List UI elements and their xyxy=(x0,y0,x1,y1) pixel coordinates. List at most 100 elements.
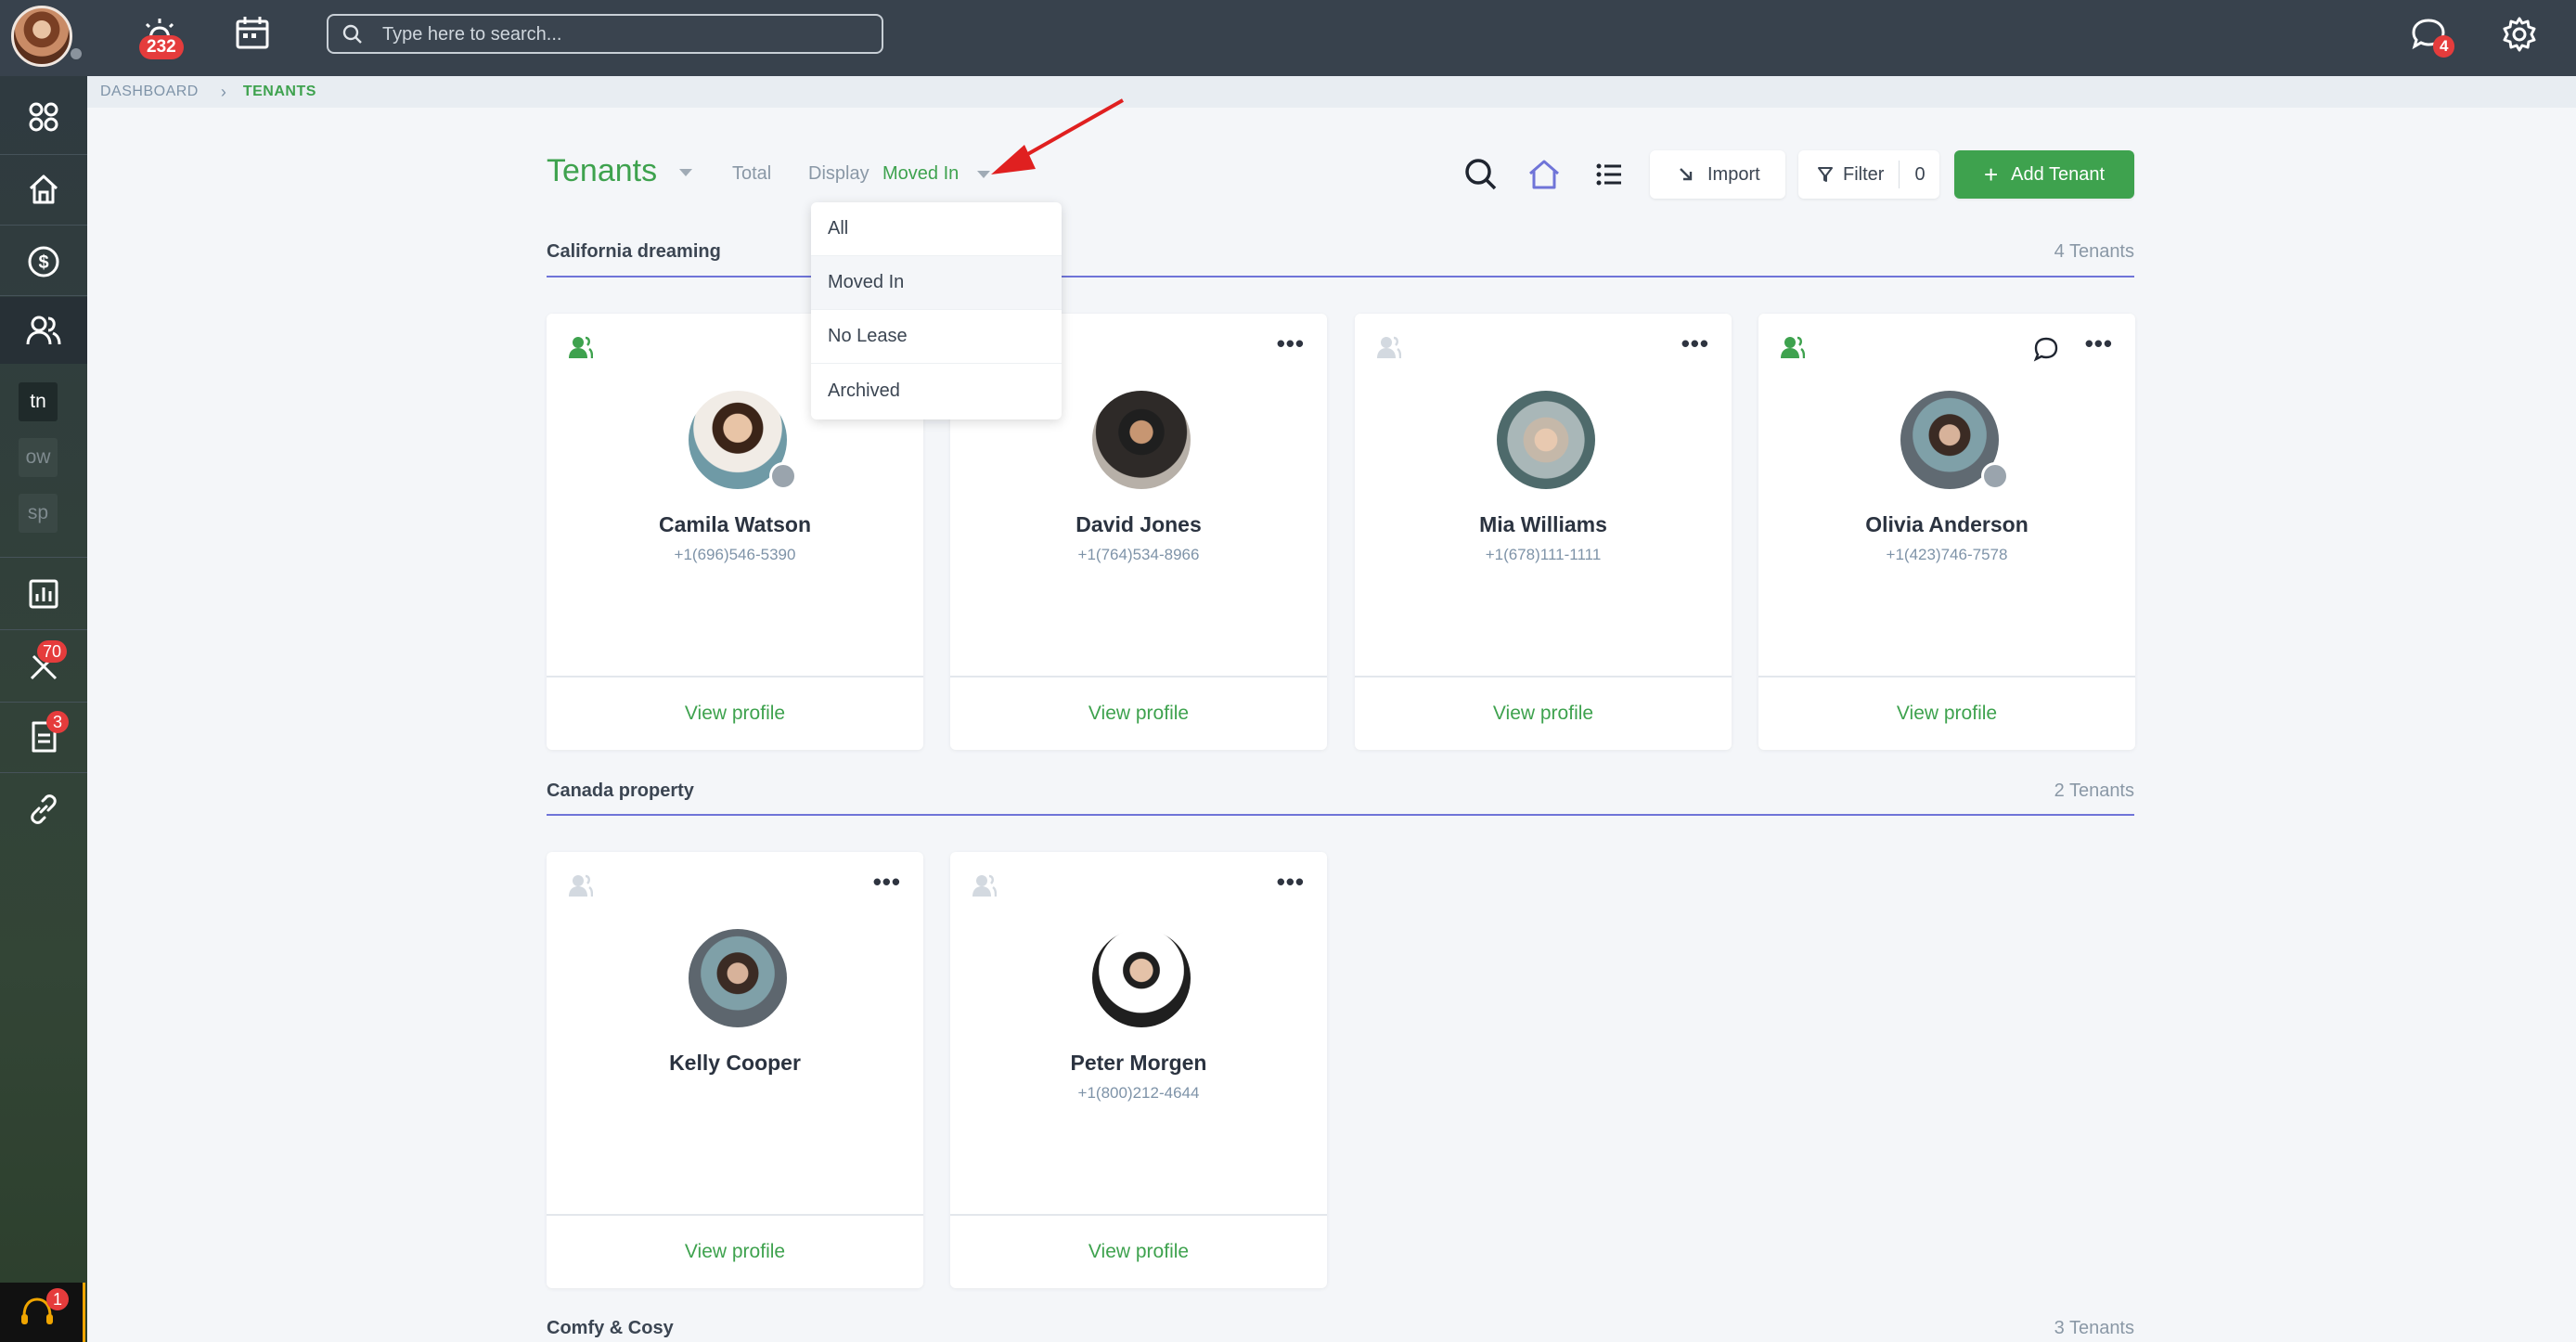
breadcrumb-current: TENANTS xyxy=(242,84,316,99)
tenant-mini-avatar xyxy=(1981,462,2009,490)
more-options-icon[interactable]: ••• xyxy=(1277,870,1305,894)
tenant-avatar xyxy=(1092,391,1191,489)
view-profile-link[interactable]: View profile xyxy=(950,676,1327,750)
display-select[interactable]: Moved In xyxy=(882,163,990,185)
sidebar-item-documents[interactable] xyxy=(0,703,87,770)
people-icon xyxy=(26,316,61,345)
sidebar-divider xyxy=(0,702,87,703)
alerts-badge: 232 xyxy=(139,35,184,59)
sidebar-item-payments[interactable]: $ xyxy=(0,228,87,295)
sidebar-item-sp[interactable]: sp xyxy=(19,494,58,533)
messages-badge: 4 xyxy=(2433,35,2455,58)
property-view-icon[interactable] xyxy=(1526,156,1563,193)
dropdown-option-archived[interactable]: Archived xyxy=(811,364,1062,418)
section-title: Canada property xyxy=(547,781,694,801)
tenant-status-icon xyxy=(569,336,593,359)
view-profile-link[interactable]: View profile xyxy=(547,676,923,750)
sidebar-item-reports[interactable] xyxy=(0,561,87,627)
more-options-icon[interactable]: ••• xyxy=(1681,331,1709,355)
home-icon xyxy=(29,174,58,204)
sidebar-divider xyxy=(0,295,87,296)
filter-funnel-icon xyxy=(1818,167,1833,182)
sidebar-divider xyxy=(0,154,87,155)
section-count: 2 Tenants xyxy=(2054,781,2134,801)
tenant-card: ••• Mia Williams +1(678)111-1111 View pr… xyxy=(1355,314,1732,750)
import-button-label: Import xyxy=(1707,163,1760,185)
section-divider xyxy=(547,814,2134,816)
avatar-pin-icon xyxy=(69,46,84,61)
tenant-phone: +1(696)546-5390 xyxy=(674,546,796,563)
sidebar-item-tn[interactable]: tn xyxy=(19,382,58,421)
user-avatar[interactable] xyxy=(11,6,72,67)
sidebar: $ tn ow sp 70 3 1 xyxy=(0,76,87,1342)
sidebar-divider xyxy=(0,629,87,630)
sidebar-item-links[interactable] xyxy=(0,776,87,843)
tenant-name: Camila Watson xyxy=(658,512,811,536)
sidebar-divider xyxy=(0,772,87,773)
tenant-status-icon xyxy=(1781,336,1805,359)
tenant-name: Kelly Cooper xyxy=(669,1051,801,1075)
tenant-card: ••• Kelly Cooper View profile xyxy=(547,852,923,1288)
more-options-icon[interactable]: ••• xyxy=(1277,331,1305,355)
tenant-avatar xyxy=(689,929,787,1027)
breadcrumb-dashboard[interactable]: DASHBOARD xyxy=(100,84,199,100)
sidebar-item-home[interactable] xyxy=(0,156,87,223)
calendar-icon[interactable] xyxy=(232,13,273,54)
plus-icon: + xyxy=(1983,161,1999,188)
view-profile-link[interactable]: View profile xyxy=(1355,676,1732,750)
tenant-name: Mia Williams xyxy=(1479,512,1607,536)
tenant-card: ••• Olivia Anderson +1(423)746-7578 View… xyxy=(1758,314,2135,750)
view-profile-link[interactable]: View profile xyxy=(950,1214,1327,1288)
search-input[interactable] xyxy=(382,21,865,47)
section-count: 4 Tenants xyxy=(2054,241,2134,262)
dropdown-option-no-lease[interactable]: No Lease xyxy=(811,310,1062,364)
support-button[interactable]: 1 xyxy=(0,1283,85,1342)
section-divider xyxy=(547,276,2134,277)
top-bar: 232 4 xyxy=(0,0,2576,76)
page-title[interactable]: Tenants xyxy=(547,153,692,189)
filter-button[interactable]: Filter 0 xyxy=(1798,150,1939,199)
support-badge: 1 xyxy=(46,1288,69,1310)
apps-grid-icon xyxy=(29,102,58,132)
search-bar[interactable] xyxy=(327,14,883,54)
tenant-status-icon xyxy=(569,874,593,897)
tenant-phone: +1(764)534-8966 xyxy=(1077,546,1200,563)
total-label: Total xyxy=(732,163,772,184)
add-tenant-label: Add Tenant xyxy=(2011,163,2106,185)
tenant-phone: +1(423)746-7578 xyxy=(1886,546,2008,563)
section-title: Comfy & Cosy xyxy=(547,1318,674,1338)
search-icon xyxy=(342,24,362,44)
sidebar-item-ow[interactable]: ow xyxy=(19,438,58,477)
tenant-status-icon xyxy=(972,874,997,897)
tenant-name: Olivia Anderson xyxy=(1865,512,2029,536)
more-options-icon[interactable]: ••• xyxy=(873,870,901,894)
filter-button-label: Filter xyxy=(1843,163,1885,185)
chat-icon[interactable] xyxy=(2033,336,2059,362)
tenant-avatar xyxy=(1497,391,1595,489)
tools-badge: 70 xyxy=(37,640,68,663)
dropdown-option-all[interactable]: All xyxy=(811,202,1062,256)
search-toggle-icon[interactable] xyxy=(1462,156,1500,193)
view-profile-link[interactable]: View profile xyxy=(547,1214,923,1288)
tenant-avatar xyxy=(1092,929,1191,1027)
import-button[interactable]: Import xyxy=(1650,150,1785,199)
tenant-name: David Jones xyxy=(1075,512,1202,536)
list-view-icon[interactable] xyxy=(1591,156,1628,193)
dropdown-option-moved-in[interactable]: Moved In xyxy=(811,256,1062,310)
add-tenant-button[interactable]: + Add Tenant xyxy=(1954,150,2134,199)
dollar-circle-icon: $ xyxy=(28,246,59,277)
annotation-arrow-icon xyxy=(991,98,1124,174)
display-label: Display xyxy=(808,163,869,184)
sidebar-divider xyxy=(0,557,87,558)
settings-gear-icon[interactable] xyxy=(2500,15,2539,54)
sidebar-item-apps[interactable] xyxy=(0,84,87,150)
tenant-status-icon xyxy=(1377,336,1401,359)
link-icon xyxy=(31,794,57,824)
sidebar-divider xyxy=(0,225,87,226)
svg-text:$: $ xyxy=(38,252,48,273)
title-caret-icon xyxy=(678,169,692,177)
tenant-card: ••• Peter Morgen +1(800)212-4644 View pr… xyxy=(950,852,1327,1288)
sidebar-item-tenants[interactable] xyxy=(0,297,87,364)
more-options-icon[interactable]: ••• xyxy=(2085,331,2113,355)
view-profile-link[interactable]: View profile xyxy=(1758,676,2135,750)
